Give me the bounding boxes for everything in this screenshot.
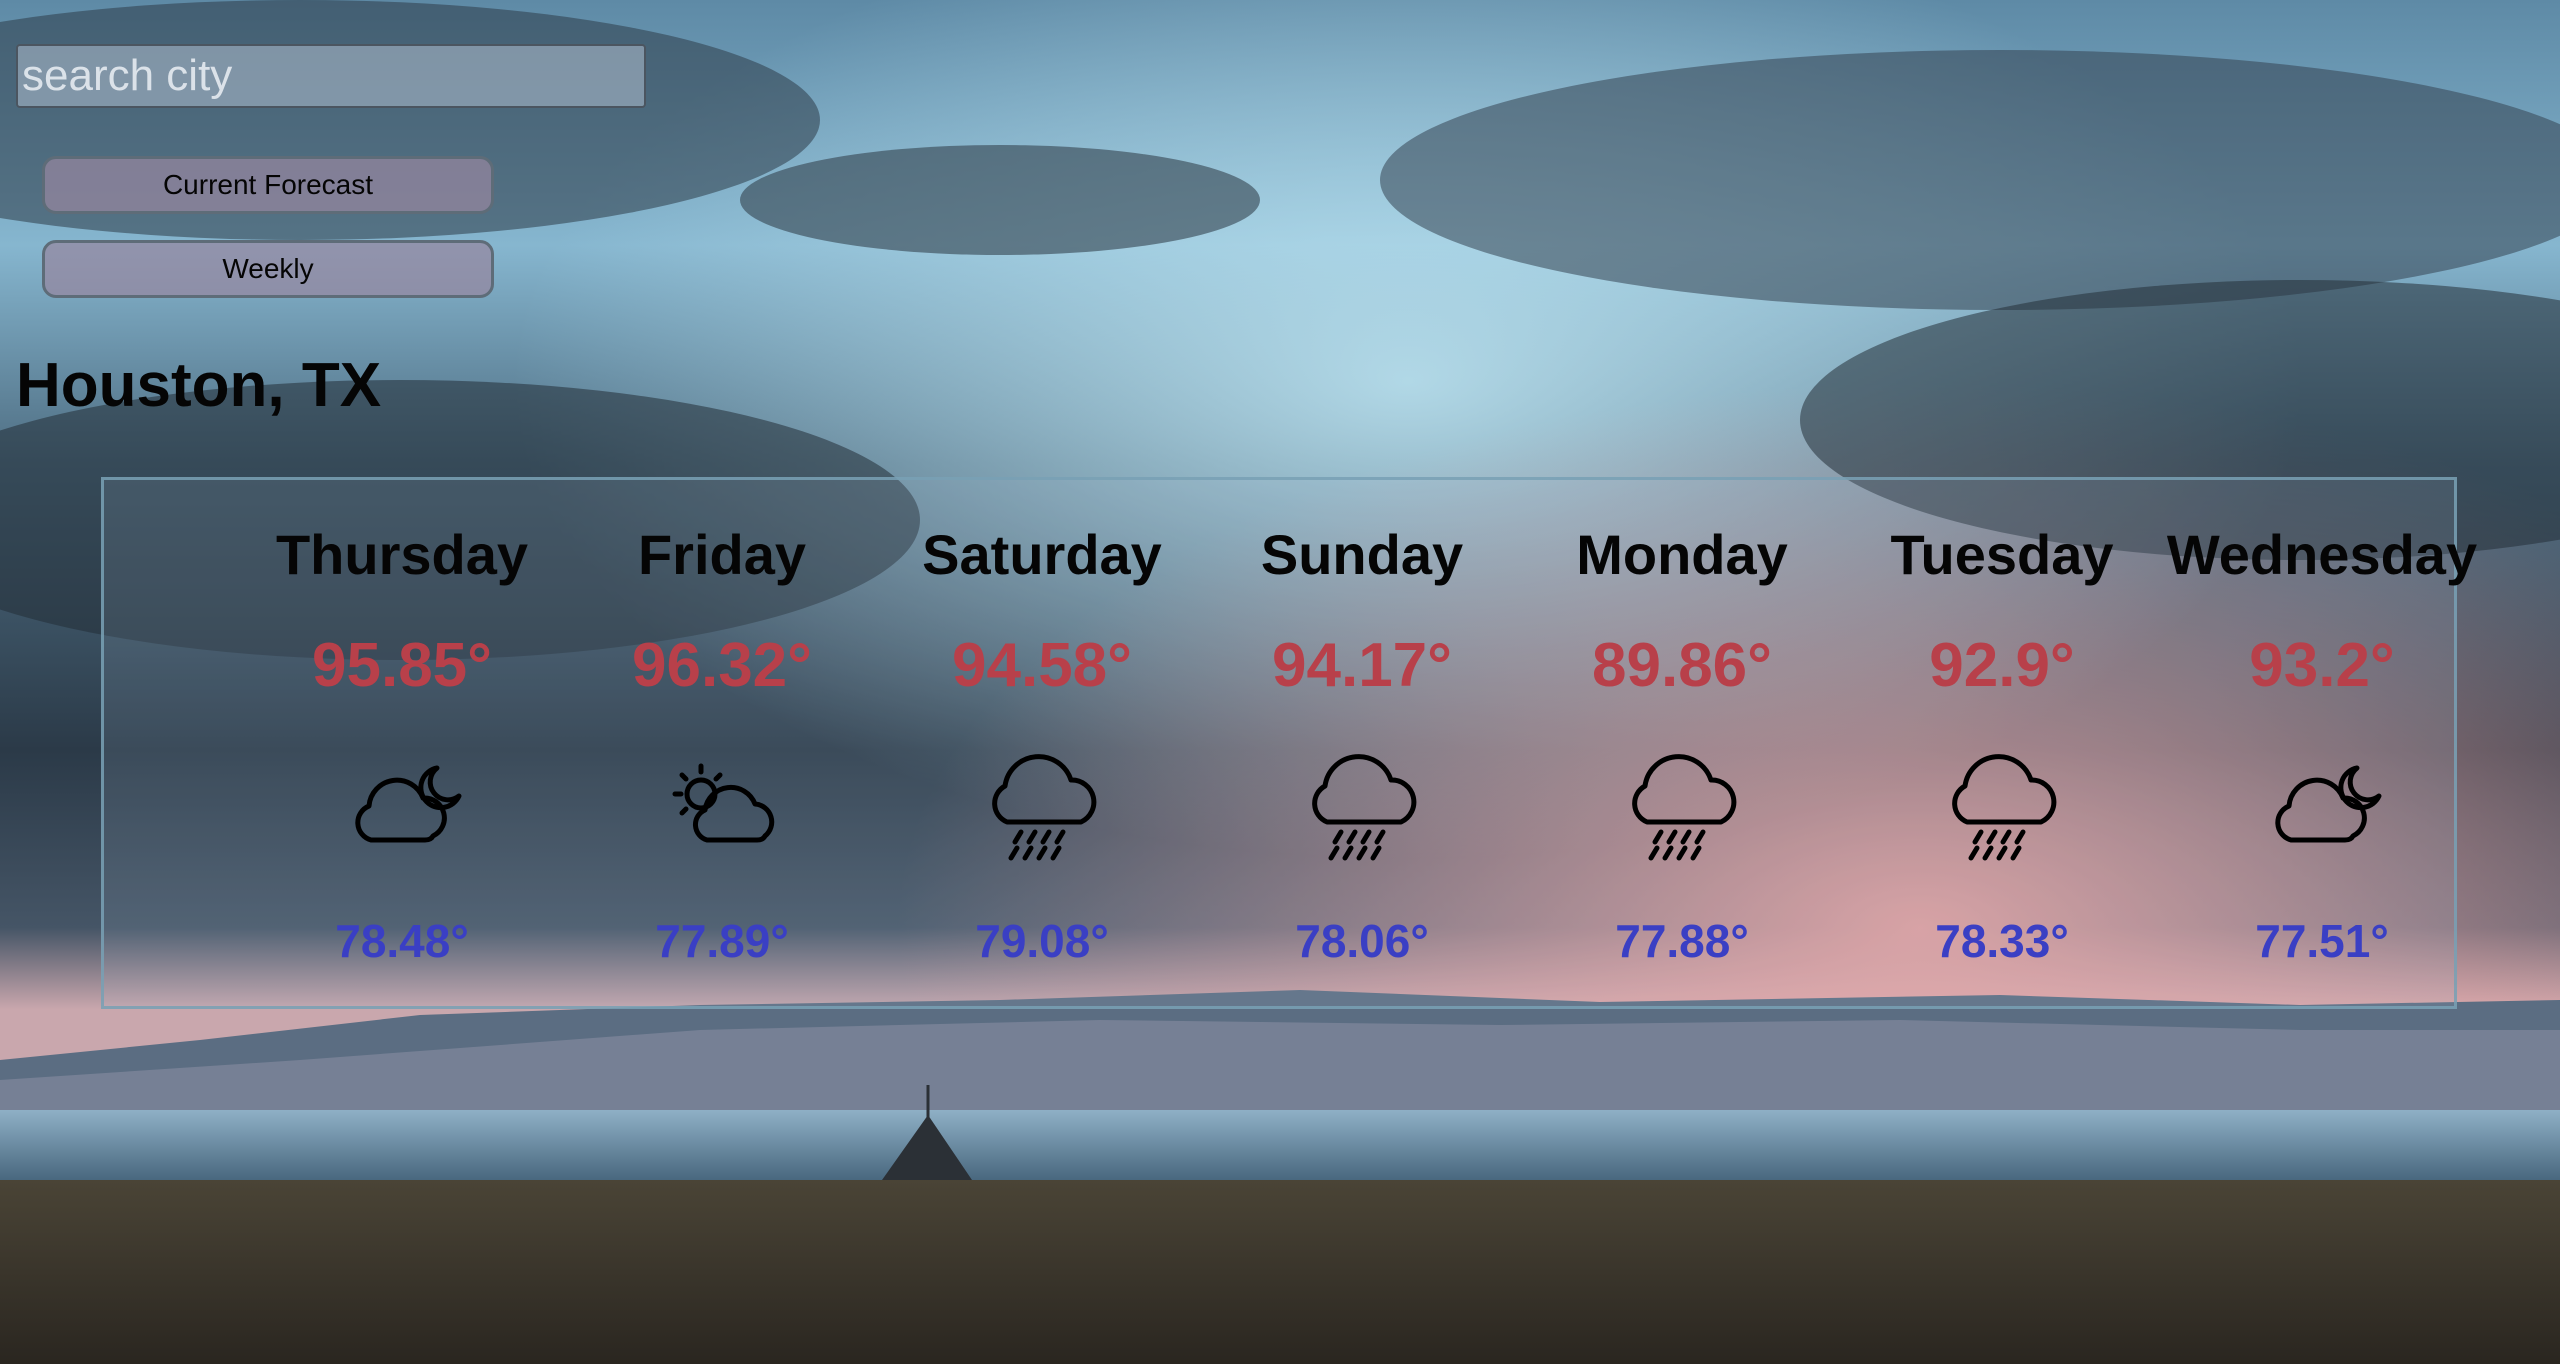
rain-icon (1297, 740, 1427, 870)
current-forecast-button[interactable]: Current Forecast (42, 156, 494, 214)
forecast-day-card: Monday 89.86° 77.88° (1522, 480, 1842, 1006)
forecast-day-card: Friday 96.32° 77.89° (562, 480, 882, 1006)
high-temperature: 93.2° (2249, 631, 2395, 700)
forecast-day-card: Wednesday 93.2° 77.51° (2162, 480, 2482, 1006)
low-temperature: 77.51° (2255, 915, 2389, 967)
forecast-day-card: Thursday 95.85° 78.48° (242, 480, 562, 1006)
high-temperature: 92.9° (1929, 631, 2075, 700)
day-name: Friday (637, 523, 807, 586)
day-name: Monday (1576, 523, 1788, 586)
high-temperature: 89.86° (1592, 631, 1772, 700)
low-temperature: 78.48° (335, 915, 469, 967)
day-name: Thursday (275, 523, 529, 586)
day-name: Saturday (922, 523, 1162, 586)
weekly-button[interactable]: Weekly (42, 240, 494, 298)
rain-icon (977, 740, 1107, 870)
day-name: Sunday (1260, 523, 1464, 586)
high-temperature: 94.17° (1272, 631, 1452, 700)
low-temperature: 77.88° (1615, 915, 1749, 967)
night-cloud-icon (2257, 740, 2387, 870)
day-name: Wednesday (2166, 523, 2478, 586)
rain-icon (1937, 740, 2067, 870)
high-temperature: 95.85° (312, 631, 492, 700)
forecast-day-card: Sunday 94.17° 78.06° (1202, 480, 1522, 1006)
high-temperature: 94.58° (952, 631, 1132, 700)
low-temperature: 79.08° (975, 915, 1109, 967)
forecast-day-card: Saturday 94.58° 79.08° (882, 480, 1202, 1006)
low-temperature: 78.06° (1295, 915, 1429, 967)
city-title: Houston, TX (16, 351, 382, 420)
low-temperature: 77.89° (655, 915, 789, 967)
high-temperature: 96.32° (632, 631, 812, 700)
partly-sunny-icon (657, 740, 787, 870)
search-city-input[interactable] (16, 44, 646, 108)
forecast-day-card: Tuesday 92.9° 78.33° (1842, 480, 2162, 1006)
rain-icon (1617, 740, 1747, 870)
weekly-forecast-panel: Thursday 95.85° 78.48° Friday 96.32° 77.… (101, 477, 2477, 1009)
day-name: Tuesday (1890, 523, 2114, 586)
low-temperature: 78.33° (1935, 915, 2069, 967)
night-cloud-icon (337, 740, 467, 870)
app-root: Current Forecast Weekly Houston, TX Thur… (0, 0, 2560, 1364)
